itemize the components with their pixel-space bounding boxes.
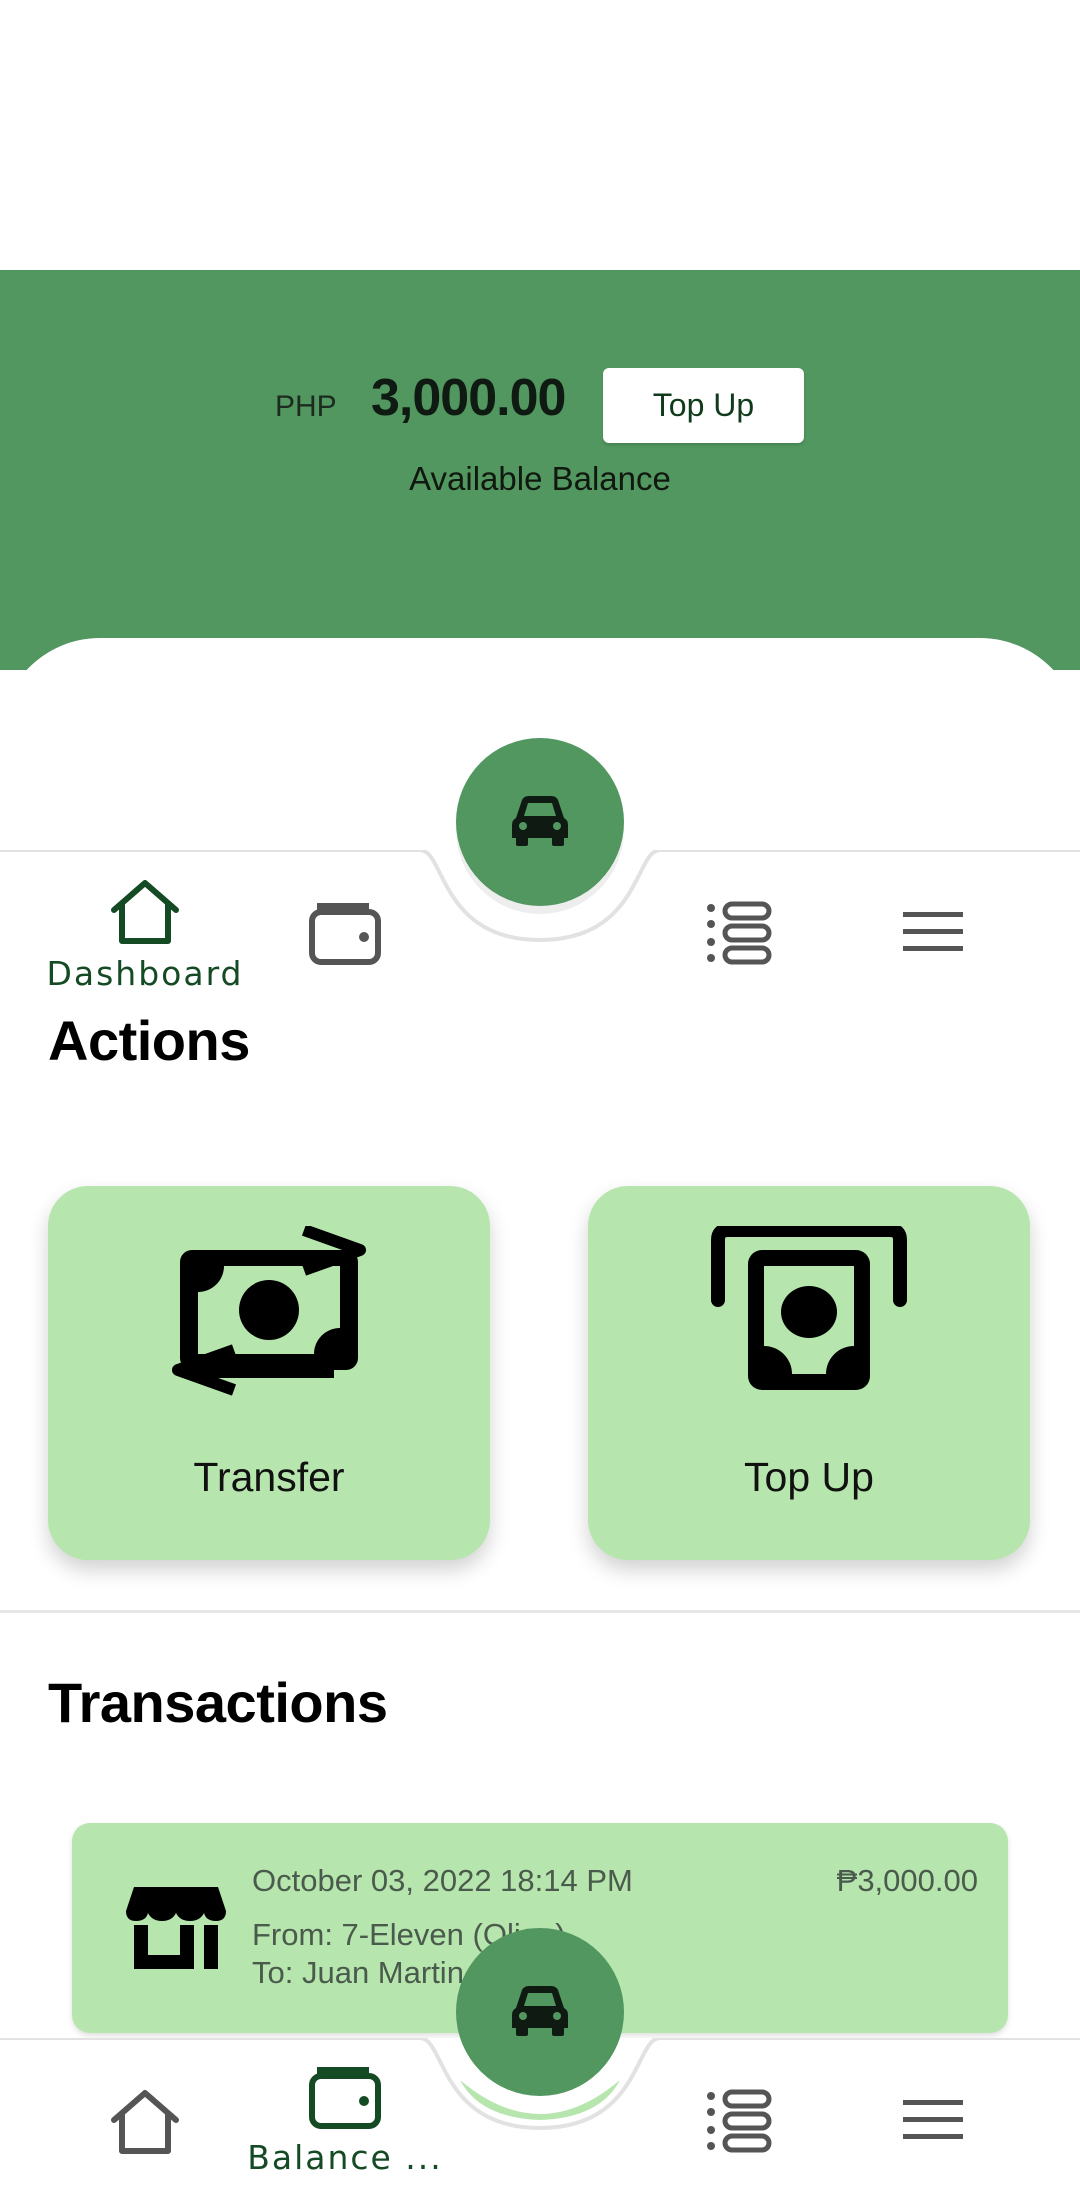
store-icon: [124, 1885, 228, 1975]
available-balance-label: Available Balance: [409, 460, 671, 497]
wallet-icon: [308, 2064, 382, 2134]
top-up-action-card[interactable]: Top Up: [588, 1186, 1030, 1560]
transfer-action-card[interactable]: Transfer: [48, 1186, 490, 1560]
nav-item-menu[interactable]: [888, 910, 978, 958]
transaction-date: October 03, 2022 18:14 PM: [252, 1863, 633, 1898]
car-icon: [510, 1984, 570, 2040]
car-icon: [510, 794, 570, 850]
list-icon: [703, 900, 775, 970]
balance-header: PHP 3,000.00 Top Up Available Balance: [0, 270, 1080, 670]
transfer-label: Transfer: [193, 1454, 345, 1500]
home-icon: [108, 2088, 182, 2160]
top-up-button[interactable]: Top Up: [603, 368, 804, 443]
transaction-amount: ₱3,000.00: [836, 1863, 978, 1898]
nav-item-dashboard[interactable]: Dashboard: [40, 878, 250, 993]
balance-row: PHP 3,000.00: [0, 368, 1080, 444]
nav-item-label: Dashboard: [46, 954, 244, 993]
cash-withdraw-icon: [588, 1226, 1030, 1396]
car-fab-button[interactable]: [456, 738, 624, 906]
nav-item-transactions[interactable]: [694, 2088, 784, 2158]
balance-currency: PHP: [275, 390, 337, 423]
actions-title: Actions: [48, 1009, 250, 1072]
transactions-title: Transactions: [48, 1671, 388, 1734]
nav-item-dashboard[interactable]: [100, 2088, 190, 2160]
balance-amount: 3,000.00: [371, 369, 566, 427]
menu-icon: [901, 2098, 965, 2146]
home-icon: [108, 878, 182, 950]
nav-item-balance[interactable]: [300, 900, 390, 970]
list-icon: [703, 2088, 775, 2158]
menu-icon: [901, 910, 965, 958]
top-up-label: Top Up: [744, 1454, 874, 1500]
section-divider: [0, 1610, 1080, 1613]
nav-item-menu[interactable]: [888, 2098, 978, 2146]
nav-item-balance[interactable]: Balance ...: [230, 2064, 460, 2177]
status-area: [0, 0, 1080, 270]
nav-item-transactions[interactable]: [694, 900, 784, 970]
wallet-icon: [308, 900, 382, 970]
nav-item-label: Balance ...: [247, 2138, 443, 2177]
car-fab-button[interactable]: [456, 1928, 624, 2096]
money-transfer-icon: [48, 1226, 490, 1396]
